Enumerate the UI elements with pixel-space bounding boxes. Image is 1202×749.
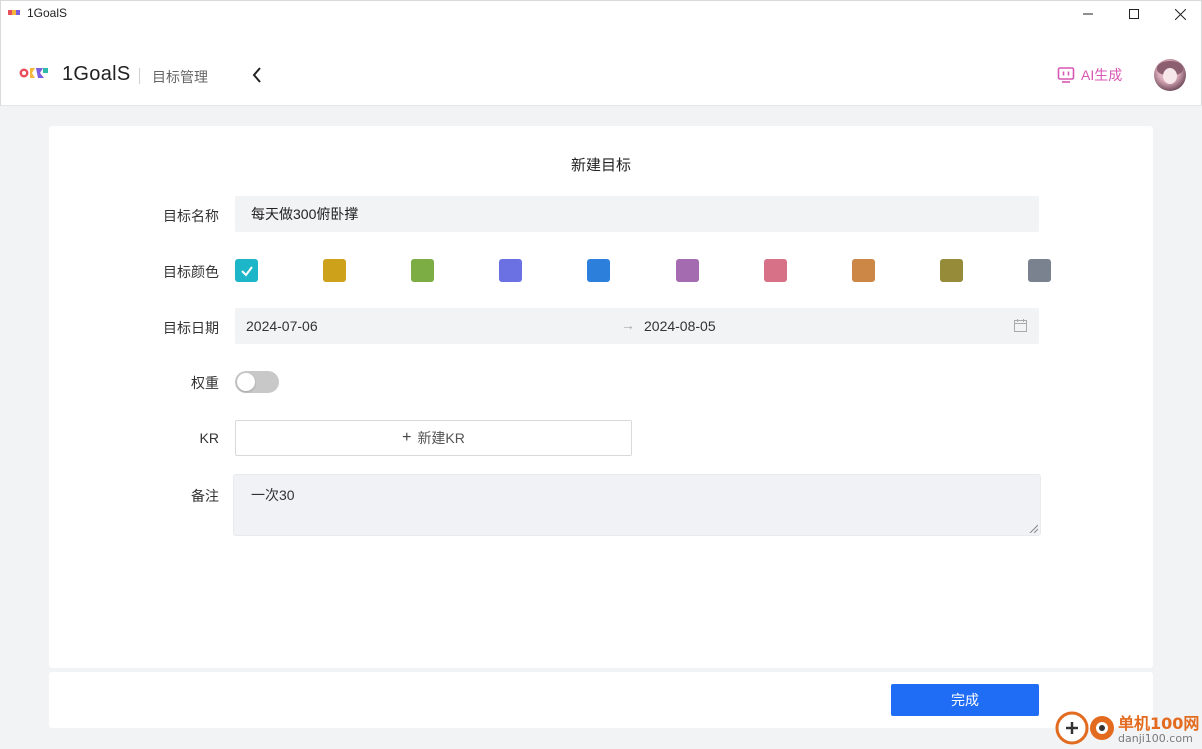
end-date[interactable]: 2024-08-05 — [644, 318, 716, 334]
window-title: 1GoalS — [27, 6, 68, 20]
minimize-icon — [1083, 13, 1093, 15]
goal-name-input[interactable]: 每天做300俯卧撑 — [235, 196, 1039, 232]
weight-label: 权重 — [191, 375, 219, 391]
brand-name: 1GoalS — [62, 63, 131, 85]
okr-logo-icon — [19, 68, 48, 78]
resize-handle-icon[interactable] — [1029, 524, 1038, 533]
watermark-logo-icon — [1055, 711, 1089, 745]
kr-label: KR — [199, 430, 219, 446]
note-text: 一次30 — [251, 487, 295, 503]
note-label: 备注 — [191, 488, 219, 504]
back-button[interactable] — [247, 65, 267, 85]
color-swatch[interactable] — [940, 259, 963, 282]
plus-icon: + — [402, 429, 412, 446]
form-title: 新建目标 — [570, 157, 631, 174]
goal-date-label: 目标日期 — [163, 320, 219, 336]
avatar-face — [1163, 68, 1177, 84]
watermark-url: danji100.com — [1118, 732, 1193, 745]
chevron-left-icon — [252, 67, 261, 83]
ai-generate-button[interactable]: AI生成 — [1057, 64, 1122, 86]
header-divider — [139, 68, 140, 84]
maximize-icon — [1129, 9, 1139, 19]
goal-form-card: 新建目标 目标名称 每天做300俯卧撑 目标颜色 目标日期 2024-07-06… — [49, 126, 1153, 668]
user-avatar[interactable] — [1154, 59, 1186, 91]
app-logo-icon — [8, 10, 20, 15]
start-date[interactable]: 2024-07-06 — [246, 318, 318, 334]
minimize-button[interactable] — [1065, 1, 1111, 27]
watermark-title: 单机100网 — [1118, 714, 1200, 733]
weight-toggle[interactable] — [235, 371, 279, 393]
date-arrow-icon: → — [621, 317, 635, 333]
goal-name-label: 目标名称 — [163, 208, 219, 224]
app-header: 1GoalS 目标管理 AI生成 — [0, 26, 1202, 106]
calendar-icon[interactable] — [1014, 319, 1027, 332]
color-swatch[interactable] — [676, 259, 699, 282]
check-icon — [240, 265, 253, 277]
color-swatch[interactable] — [499, 259, 522, 282]
section-title: 目标管理 — [152, 69, 208, 85]
color-swatch[interactable] — [587, 259, 610, 282]
ai-generate-label: AI生成 — [1081, 67, 1123, 83]
date-range-picker[interactable]: 2024-07-06 → 2024-08-05 — [235, 308, 1039, 344]
color-swatch[interactable] — [411, 259, 434, 282]
color-swatch[interactable] — [235, 259, 258, 282]
color-swatch[interactable] — [1028, 259, 1051, 282]
window-titlebar: 1GoalS — [0, 0, 1202, 26]
goal-color-label: 目标颜色 — [163, 264, 219, 280]
add-kr-label: 新建KR — [417, 430, 465, 446]
color-swatch[interactable] — [323, 259, 346, 282]
color-swatch[interactable] — [852, 259, 875, 282]
maximize-button[interactable] — [1111, 1, 1157, 27]
close-button[interactable] — [1157, 1, 1202, 27]
color-swatch[interactable] — [764, 259, 787, 282]
ai-screen-icon — [1057, 67, 1075, 83]
done-button[interactable]: 完成 — [891, 684, 1039, 716]
site-watermark: 单机100网 danji100.com — [1054, 706, 1202, 749]
form-footer: 完成 — [49, 672, 1153, 728]
close-icon — [1174, 8, 1186, 20]
add-kr-button[interactable]: + 新建KR — [235, 420, 632, 456]
toggle-knob — [237, 373, 255, 391]
note-textarea[interactable]: 一次30 — [233, 474, 1041, 536]
watermark-play-icon — [1090, 716, 1114, 740]
